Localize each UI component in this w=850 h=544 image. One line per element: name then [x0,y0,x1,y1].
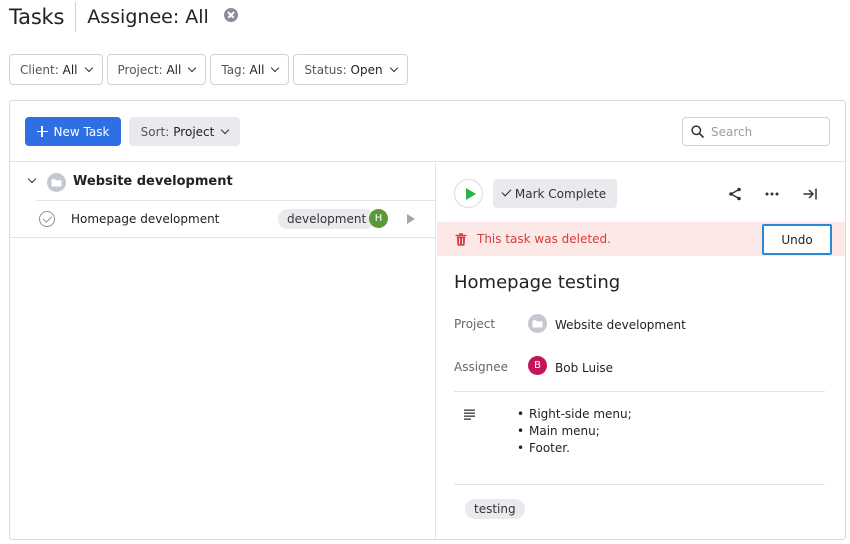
task-tag[interactable]: testing [465,499,525,519]
new-task-button[interactable]: New Task [25,117,121,146]
folder-icon [47,173,66,192]
more-options-icon[interactable] [764,186,780,202]
project-value[interactable]: Website development [555,318,686,332]
task-title[interactable]: Homepage testing [454,272,620,293]
client-filter-label: Client: [20,62,59,77]
chevron-down-icon [188,63,197,72]
list-item: Right-side menu; [517,406,632,423]
chevron-down-icon [271,63,280,72]
avatar: B [528,356,547,375]
close-panel-icon[interactable] [802,186,818,202]
trash-icon [455,233,467,246]
status-filter-dropdown[interactable]: Status: Open [293,54,408,85]
plus-icon [36,126,48,137]
page-header: Tasks Assignee: All [9,2,238,32]
search-box[interactable] [682,117,830,146]
task-name: Homepage development [71,212,220,226]
task-detail-pane: Mark Complete This task was deleted. Und… [437,163,845,539]
search-input[interactable] [711,124,821,139]
deleted-notice: This task was deleted. Undo [437,222,845,256]
chevron-down-icon [221,125,230,134]
sort-value: Project [173,124,215,139]
project-group-header[interactable]: Website development [10,163,436,201]
start-timer-button[interactable] [454,179,483,208]
group-name: Website development [73,174,233,189]
divider [454,484,825,485]
new-task-label: New Task [53,124,110,139]
mark-complete-label: Mark Complete [514,186,607,201]
status-filter-value: Open [350,62,383,77]
complete-check-icon[interactable] [39,211,55,227]
task-list: Website development Homepage development… [10,163,436,539]
share-icon[interactable] [727,186,743,202]
check-icon [501,186,512,197]
header-divider [75,2,77,32]
avatar: H [369,209,388,228]
tasks-panel: New Task Sort:Project Website developmen… [9,100,846,540]
status-filter-label: Status: [304,62,347,77]
chevron-down-icon [389,63,398,72]
folder-icon [528,314,547,333]
undo-button[interactable]: Undo [762,224,832,255]
assignee-field-label: Assignee [454,360,509,374]
tag-filter-value: All [249,62,265,77]
client-filter-dropdown[interactable]: Client: All [9,54,103,85]
client-filter-value: All [62,62,78,77]
list-item: Main menu; [517,423,632,440]
project-field-label: Project [454,317,496,331]
play-icon[interactable] [407,214,415,224]
project-filter-dropdown[interactable]: Project: All [106,54,207,85]
filter-bar: Client: All Project: All Tag: All Status… [9,54,408,85]
tag-filter-dropdown[interactable]: Tag: All [210,54,290,85]
chevron-down-icon[interactable] [27,174,37,184]
chevron-down-icon [84,63,93,72]
divider [454,391,825,392]
task-row[interactable]: Homepage development development H [10,201,436,238]
task-description[interactable]: Right-side menu; Main menu; Footer. [517,406,632,457]
sort-label: Sort: [140,124,170,139]
assignee-filter-title: Assignee: All [87,6,209,28]
task-tag: development [278,209,376,229]
project-filter-label: Project: [117,62,163,77]
list-item: Footer. [517,440,632,457]
assignee-value[interactable]: Bob Luise [555,361,613,375]
sort-dropdown[interactable]: Sort: Project [129,117,240,146]
deleted-message: This task was deleted. [477,232,611,246]
project-filter-value: All [166,62,182,77]
description-icon [464,409,475,420]
tasks-toolbar: New Task Sort: Project [10,101,845,162]
search-icon [691,125,704,138]
clear-assignee-icon[interactable] [223,8,238,22]
mark-complete-button[interactable]: Mark Complete [493,179,617,208]
page-title: Tasks [9,5,65,29]
tag-filter-label: Tag: [221,62,246,77]
